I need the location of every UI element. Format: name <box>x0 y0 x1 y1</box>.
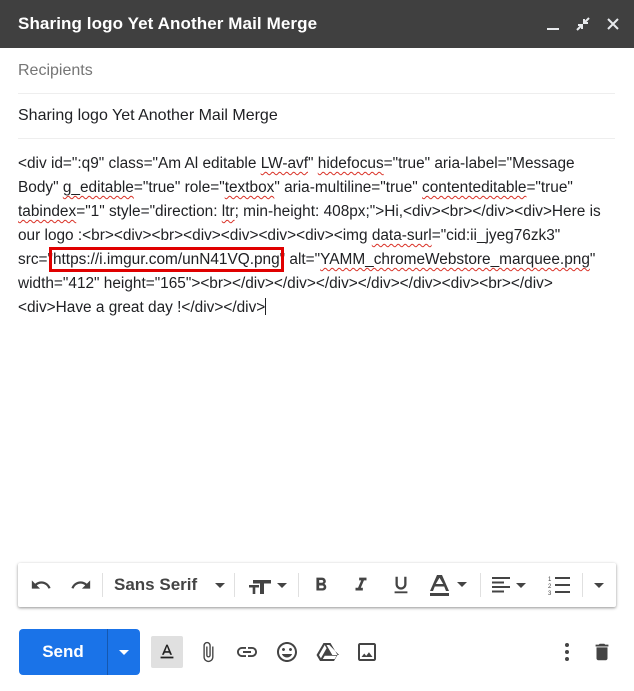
toolbar-separator <box>234 573 235 597</box>
subject-field[interactable]: Sharing logo Yet Another Mail Merge <box>18 94 615 139</box>
exit-fullscreen-icon[interactable] <box>574 14 592 34</box>
svg-text:1: 1 <box>548 577 552 583</box>
send-button[interactable]: Send <box>19 629 107 675</box>
text-caret <box>265 298 267 315</box>
subject-text: Sharing logo Yet Another Mail Merge <box>18 107 278 124</box>
spellcheck-word: textbox <box>224 179 275 196</box>
attach-icon[interactable] <box>192 636 224 668</box>
body-text: " aria-multiline="true" <box>274 179 423 196</box>
spellcheck-word: data-surl <box>371 227 432 244</box>
svg-text:2: 2 <box>548 584 552 590</box>
recipients-placeholder: Recipients <box>18 61 93 79</box>
align-icon[interactable] <box>488 563 532 607</box>
more-options-icon[interactable] <box>551 636 583 668</box>
photo-icon[interactable] <box>351 636 383 668</box>
redo-icon[interactable] <box>66 563 96 607</box>
send-button-group: Send <box>19 629 140 675</box>
drive-icon[interactable] <box>311 636 343 668</box>
recipients-field[interactable]: Recipients <box>18 48 615 94</box>
window-controls <box>544 14 622 34</box>
compose-title: Sharing logo Yet Another Mail Merge <box>18 14 318 33</box>
spellcheck-word: contenteditable <box>422 179 527 196</box>
emoji-icon[interactable] <box>271 636 303 668</box>
formatting-options-icon[interactable] <box>151 636 183 668</box>
body-text: " <box>308 155 318 172</box>
spellcheck-word: tabindex <box>18 203 77 220</box>
body-text: ="true" <box>526 179 573 196</box>
chevron-down-icon <box>215 583 225 588</box>
toolbar-separator <box>102 573 103 597</box>
body-text: " alt=" <box>279 251 321 268</box>
body-text: <div id=":q9" class="Am Al editable <box>18 155 261 172</box>
minimize-icon[interactable] <box>544 14 562 34</box>
close-icon[interactable] <box>604 14 622 34</box>
formatting-toolbar: Sans Serif 1 2 3 <box>18 563 616 607</box>
numbered-list-icon[interactable]: 1 2 3 <box>542 563 576 607</box>
spellcheck-word: g_editable <box>62 179 134 196</box>
undo-icon[interactable] <box>26 563 56 607</box>
spellcheck-word: ltr <box>221 203 235 220</box>
more-formatting-icon[interactable] <box>588 563 610 607</box>
toolbar-separator <box>480 573 481 597</box>
svg-text:3: 3 <box>548 591 552 596</box>
text-color-icon[interactable] <box>424 563 474 607</box>
compose-title-bar[interactable]: Sharing logo Yet Another Mail Merge <box>0 0 634 48</box>
toolbar-separator <box>298 573 299 597</box>
spellcheck-word: LW-avf <box>260 155 309 172</box>
bold-icon[interactable] <box>306 563 336 607</box>
discard-icon[interactable] <box>586 636 618 668</box>
spellcheck-word: YAMM_chromeWebstore_marquee.png <box>320 251 590 268</box>
font-name: Sans Serif <box>114 575 198 594</box>
text-size-icon[interactable] <box>244 563 290 607</box>
message-body[interactable]: <div id=":q9" class="Am Al editable LW-a… <box>18 152 616 320</box>
body-text: ="1" style="direction: <box>76 203 222 220</box>
underline-icon[interactable] <box>386 563 416 607</box>
chevron-down-icon <box>119 650 129 655</box>
italic-icon[interactable] <box>346 563 376 607</box>
body-text: ="true" role=" <box>133 179 225 196</box>
toolbar-separator <box>582 573 583 597</box>
spellcheck-word: hidefocus <box>317 155 384 172</box>
highlighted-image-url: https://i.imgur.com/unN41VQ.png <box>48 247 284 272</box>
link-icon[interactable] <box>231 636 263 668</box>
send-options-button[interactable] <box>108 629 140 675</box>
font-dropdown[interactable]: Sans Serif <box>108 563 230 607</box>
